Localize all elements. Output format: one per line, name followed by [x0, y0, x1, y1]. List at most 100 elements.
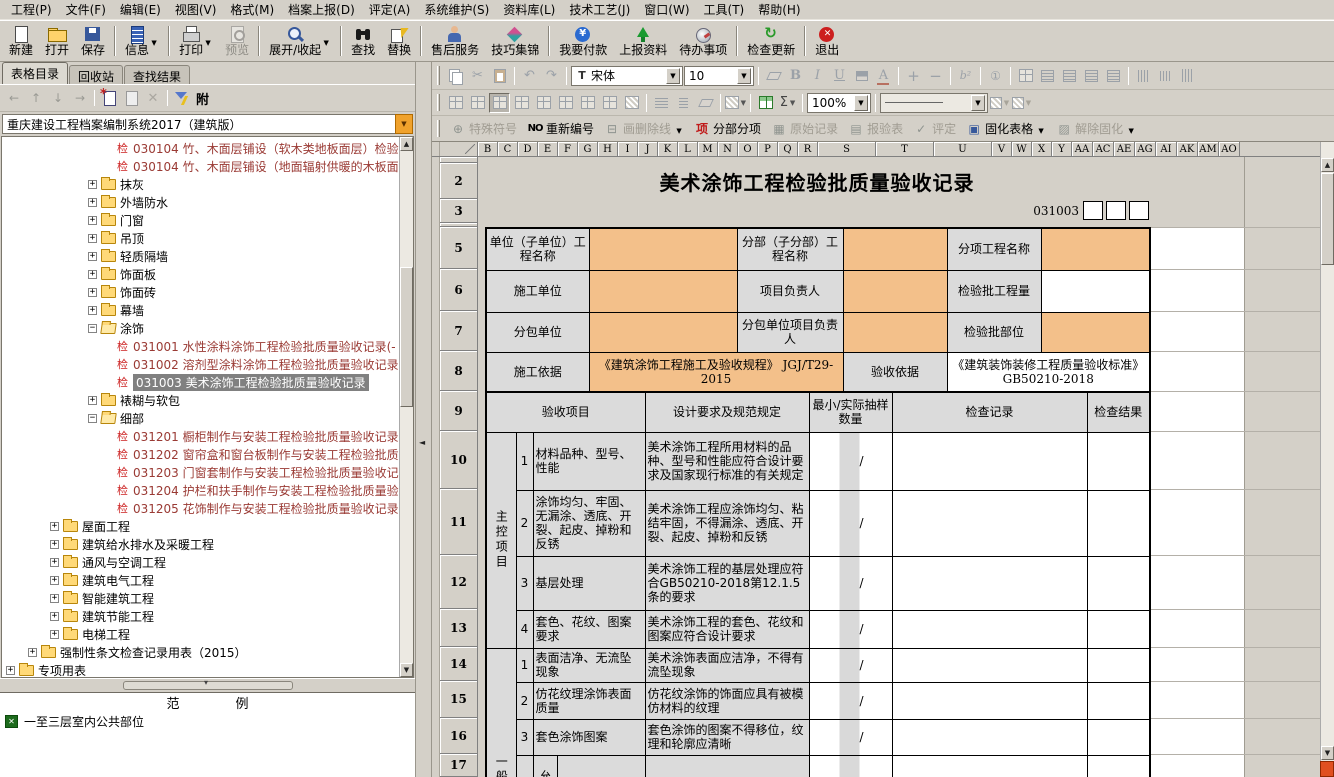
expand-icon[interactable]: + [88, 180, 97, 189]
check-record-cell[interactable] [892, 719, 1087, 755]
form-value-cell[interactable] [589, 228, 737, 270]
line-style-dropdown-icon[interactable] [971, 95, 985, 111]
menu-item[interactable]: 文件(F) [59, 0, 113, 19]
underline-icon[interactable] [829, 66, 850, 86]
check-result-cell[interactable] [1087, 432, 1150, 490]
after-sales-button[interactable]: 售后服务 [425, 22, 485, 60]
form-value-cell[interactable] [843, 270, 947, 312]
tree-item-form[interactable]: 检031205 花饰制作与安装工程检验批质量验收记录 [2, 499, 413, 517]
nav-down-icon[interactable] [50, 90, 66, 106]
align-justify-icon[interactable] [1103, 66, 1124, 86]
expand-collapse-button[interactable]: 展开/收起 [263, 22, 337, 60]
tree-item-folder[interactable]: +轻质隔墙 [2, 247, 413, 265]
tree-item-folder[interactable]: +通风与空调工程 [2, 553, 413, 571]
tree-item-form[interactable]: 检031204 护栏和扶手制作与安装工程检验批质量验 [2, 481, 413, 499]
dropdown-arrow-icon[interactable] [321, 34, 331, 48]
superscript-icon[interactable] [955, 66, 976, 86]
new-button[interactable]: 新建 [3, 22, 39, 60]
tree-scrollbar[interactable]: ▲ ▼ [399, 137, 413, 677]
sheet-scrollbar[interactable]: ▲ ▼ [1320, 142, 1334, 777]
tree-item-form[interactable]: 检031201 橱柜制作与安装工程检验批质量验收记录 [2, 427, 413, 445]
menu-item[interactable]: 视图(V) [168, 0, 224, 19]
border-color-dropdown-icon[interactable] [989, 93, 1010, 113]
expand-icon[interactable]: + [88, 234, 97, 243]
info-button[interactable]: 信息 [119, 22, 165, 60]
paste-icon[interactable] [489, 66, 510, 86]
tree-item-form[interactable]: 检031001 水性涂料涂饰工程检验批质量验收记录(- [2, 337, 413, 355]
collapse-icon[interactable]: − [88, 414, 97, 423]
row-header[interactable]: 13 [440, 609, 478, 647]
expand-icon[interactable]: + [88, 396, 97, 405]
check-result-cell[interactable] [1087, 490, 1150, 556]
tree-item-form[interactable]: 检030104 竹、木面层铺设（软木类地板面层）检验 [2, 139, 413, 157]
column-header[interactable]: B [478, 142, 498, 156]
splitter-handle[interactable] [123, 681, 293, 690]
row-header[interactable]: 7 [440, 311, 478, 351]
line-spacing-remove-icon[interactable] [673, 93, 694, 113]
tree-item-form[interactable]: 检030104 竹、木面层铺设（地面辐射供暖的木板面 [2, 157, 413, 175]
column-header[interactable]: G [578, 142, 598, 156]
font-color-icon[interactable] [873, 66, 894, 86]
column-header[interactable]: S [818, 142, 876, 156]
dropdown-arrow-icon[interactable] [1126, 122, 1136, 136]
delete-row-icon[interactable] [467, 93, 488, 113]
column-header[interactable]: K [658, 142, 678, 156]
column-header[interactable]: V [992, 142, 1012, 156]
sample-quantity-cell[interactable]: / [809, 490, 892, 556]
form-code-cell[interactable]: 031003 [485, 199, 1079, 223]
header-checkbox[interactable] [1129, 201, 1149, 220]
column-header[interactable]: T [876, 142, 934, 156]
dropdown-arrow-icon[interactable] [149, 34, 159, 48]
sample-quantity-cell[interactable]: / [809, 556, 892, 610]
tree-scrollbar-thumb[interactable] [400, 267, 413, 407]
expand-icon[interactable]: + [50, 630, 59, 639]
menu-item[interactable]: 帮助(H) [751, 0, 807, 19]
tree-item-folder[interactable]: +裱糊与软包 [2, 391, 413, 409]
expand-icon[interactable]: + [88, 216, 97, 225]
todo-button[interactable]: 待办事项 [673, 22, 733, 60]
nav-left-icon[interactable] [6, 90, 22, 106]
rotate-table2-icon[interactable] [599, 93, 620, 113]
column-header[interactable]: AE [1114, 142, 1135, 156]
open-button[interactable]: 打开 [39, 22, 75, 60]
form-value-cell[interactable] [843, 312, 947, 352]
attachment-button[interactable]: 附 [196, 89, 209, 108]
row-header[interactable]: 8 [440, 351, 478, 391]
tree-item-folder[interactable]: +建筑给水排水及采暖工程 [2, 535, 413, 553]
column-header[interactable]: AG [1135, 142, 1156, 156]
form-value-cell[interactable] [589, 312, 737, 352]
row-header[interactable]: 15 [440, 681, 478, 718]
column-medium-icon[interactable] [1155, 66, 1176, 86]
tree-item-folder[interactable]: +幕墙 [2, 301, 413, 319]
解除固化-button[interactable]: 解除固化 [1052, 118, 1140, 139]
row-header[interactable]: 11 [440, 489, 478, 555]
menu-item[interactable]: 工程(P) [4, 0, 59, 19]
cell-color-dropdown-icon[interactable] [1011, 93, 1032, 113]
报验表-button[interactable]: 报验表 [844, 118, 907, 139]
menu-item[interactable]: 评定(A) [362, 0, 418, 19]
scroll-down-icon[interactable]: ▼ [1321, 746, 1334, 760]
menu-item[interactable]: 工具(T) [697, 0, 752, 19]
menu-item[interactable]: 窗口(W) [637, 0, 696, 19]
delete-form-icon[interactable] [145, 90, 161, 106]
tree-item-folder[interactable]: +强制性条文检查记录用表（2015） [2, 643, 413, 661]
check-update-button[interactable]: 检查更新 [741, 22, 801, 60]
header-checkbox[interactable] [1083, 201, 1103, 220]
tab-search-results[interactable]: 查找结果 [124, 65, 190, 84]
expand-icon[interactable]: + [50, 612, 59, 621]
tree-item-folder[interactable]: +饰面砖 [2, 283, 413, 301]
row-header[interactable]: 9 [440, 391, 478, 431]
sample-quantity-cell[interactable]: / [809, 610, 892, 648]
column-header[interactable]: W [1012, 142, 1032, 156]
catalog-combo-value[interactable]: 重庆建设工程档案编制系统2017（建筑版） [2, 114, 395, 134]
column-header[interactable]: AO [1219, 142, 1240, 156]
原始记录-button[interactable]: 原始记录 [767, 118, 842, 139]
sample-quantity-cell[interactable]: / [809, 648, 892, 682]
column-header[interactable]: Q [778, 142, 798, 156]
column-header[interactable]: X [1032, 142, 1052, 156]
column-header[interactable]: F [558, 142, 578, 156]
特殊符号-button[interactable]: 特殊符号 [446, 118, 521, 139]
expand-icon[interactable]: + [50, 558, 59, 567]
tips-button[interactable]: 技巧集锦 [485, 22, 545, 60]
tree-item-folder[interactable]: +抹灰 [2, 175, 413, 193]
